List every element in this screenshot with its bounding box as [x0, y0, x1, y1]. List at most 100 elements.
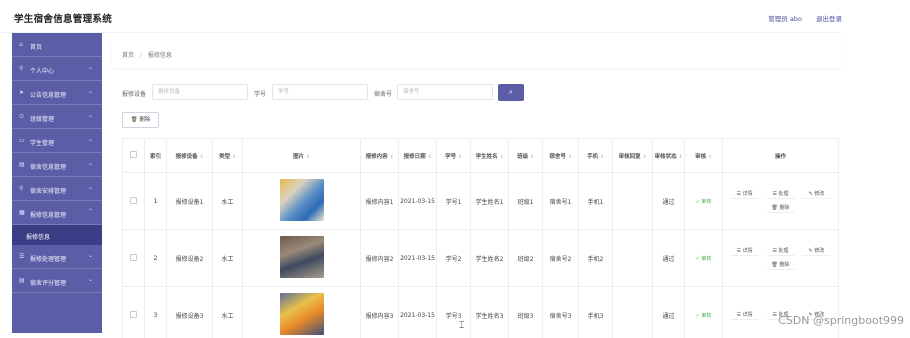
chevron-down-icon: ⌄: [87, 136, 93, 143]
sort-icon[interactable]: ⇕: [500, 155, 504, 160]
person-icon: ⚲: [19, 185, 24, 192]
cell-audit: ✓ 审核: [684, 286, 723, 338]
audit-link[interactable]: ✓ 审核: [696, 199, 712, 205]
sidebar-item-student[interactable]: ▭ 学生管理 ⌄: [12, 129, 102, 153]
cell-status: 通过: [652, 286, 685, 338]
sidebar-item-notice[interactable]: ➤ 公告信息管理 ⌄: [12, 81, 102, 105]
chevron-down-icon: ⌄: [87, 184, 93, 191]
device-label: 报修设备: [122, 91, 147, 98]
row-checkbox[interactable]: [130, 196, 137, 204]
column-header[interactable]: 班级 ⇕: [508, 138, 543, 173]
sort-icon[interactable]: ⇕: [568, 155, 572, 160]
column-header[interactable]: 报修内容 ⇕: [360, 138, 399, 173]
column-header[interactable]: 学号 ⇕: [436, 138, 471, 173]
handle-button[interactable]: ☰ 处理: [766, 189, 795, 199]
cell-status: 通过: [652, 229, 685, 287]
column-header[interactable]: 图片 ⇕: [242, 138, 361, 173]
watermark: CSDN @springboot999: [778, 314, 904, 327]
delete-row-button[interactable]: 🗑 删除: [766, 260, 795, 270]
cell-content: 报修内容1: [360, 172, 399, 230]
cell-audit: ✓ 审核: [684, 172, 723, 230]
sidebar-item-class[interactable]: ⊙ 班级管理 ⌄: [12, 105, 102, 129]
delete-button[interactable]: 🗑 删除: [122, 112, 159, 128]
sort-icon[interactable]: ⇕: [390, 155, 394, 160]
detail-button[interactable]: ☰ 详情: [730, 246, 759, 256]
sort-icon[interactable]: ⇕: [679, 155, 683, 160]
logout-link[interactable]: 退出登录: [816, 15, 842, 23]
pin-icon: ⊙: [19, 113, 25, 120]
building-icon: ▤: [19, 277, 25, 284]
student-id-search-input[interactable]: 学号: [272, 84, 368, 100]
column-header[interactable]: 审核 ⇕: [684, 138, 723, 173]
cell-reply: [612, 286, 653, 338]
student-id-label: 学号: [254, 91, 267, 98]
column-header[interactable]: 报修设备 ⇕: [166, 138, 213, 173]
header-select-all[interactable]: [122, 138, 145, 173]
cell-student-id: 学号3: [436, 286, 471, 338]
sidebar-subitem-repair-info[interactable]: 报修信息: [12, 225, 102, 245]
sort-icon[interactable]: ⇕: [600, 155, 604, 160]
sort-icon[interactable]: ⇕: [306, 155, 310, 160]
column-header[interactable]: 类型 ⇕: [212, 138, 243, 173]
repair-table: 索引 报修设备 ⇕ 类型 ⇕ 图片 ⇕ 报修内容 ⇕ 报修日期 ⇕ 学号 ⇕ 学生姓名 ⇕ 班…: [122, 138, 839, 338]
breadcrumb: 首页 / 报修信息: [112, 40, 842, 68]
admin-user-label[interactable]: 管理员 abo: [768, 15, 802, 23]
dorm-search-input[interactable]: 宿舍号: [397, 84, 493, 100]
select-all-checkbox[interactable]: [130, 151, 137, 158]
breadcrumb-separator: /: [139, 52, 142, 59]
building-icon: ▤: [19, 161, 25, 168]
row-checkbox[interactable]: [130, 253, 137, 261]
delete-row-button[interactable]: 🗑 删除: [766, 203, 795, 213]
edit-button[interactable]: ✎ 修改: [802, 189, 831, 199]
table-row: 2 报修设备2 水工 报修内容2 2021-03-15 学号2 学生姓名2 班级…: [122, 229, 839, 287]
sort-icon[interactable]: ⇕: [232, 155, 236, 160]
sidebar-item-repair-info[interactable]: ▦ 报修信息管理 ⌃: [12, 201, 102, 225]
sort-icon[interactable]: ⇕: [643, 155, 647, 160]
sidebar-item-repair-handle[interactable]: ☰ 报修处理管理 ⌄: [12, 245, 102, 269]
sort-icon[interactable]: ⇕: [530, 155, 534, 160]
grid-icon: ▦: [19, 209, 25, 216]
cell-audit: ✓ 审核: [684, 229, 723, 287]
row-checkbox[interactable]: [130, 310, 137, 318]
top-bar: 学生宿舍信息管理系统 管理员 abo 退出登录: [0, 0, 842, 33]
cell-image: [242, 229, 361, 287]
cell-ops: ☰ 详情 ☰ 处理 ✎ 修改 🗑 删除: [722, 172, 839, 230]
sidebar-item-dorm-score[interactable]: ▤ 宿舍评分管理 ⌄: [12, 269, 102, 293]
repair-photo[interactable]: [279, 179, 324, 221]
sidebar-item-personal-center[interactable]: ⚲ 个人中心 ⌄: [12, 57, 102, 81]
edit-button[interactable]: ✎ 修改: [802, 246, 831, 256]
detail-button[interactable]: ☰ 详情: [730, 310, 759, 320]
audit-link[interactable]: ✓ 审核: [696, 313, 712, 319]
column-header[interactable]: 审核回复 ⇕: [612, 138, 653, 173]
column-header[interactable]: 手机 ⇕: [578, 138, 613, 173]
detail-button[interactable]: ☰ 详情: [730, 189, 759, 199]
cell-class: 班级1: [508, 172, 543, 230]
breadcrumb-home[interactable]: 首页: [122, 52, 134, 59]
cell-index: 1: [144, 172, 167, 230]
cell-date: 2021-03-15: [398, 286, 437, 338]
chevron-down-icon: ⌄: [87, 112, 93, 119]
sort-icon[interactable]: ⇕: [708, 155, 712, 160]
sort-icon[interactable]: ⇕: [458, 155, 462, 160]
device-search-input[interactable]: 报修设备: [152, 84, 248, 100]
column-header[interactable]: 报修日期 ⇕: [398, 138, 437, 173]
sort-icon[interactable]: ⇕: [428, 155, 432, 160]
cell-device: 报修设备2: [166, 229, 213, 287]
sidebar-item-dorm-arrange[interactable]: ⚲ 宿舍安排管理 ⌄: [12, 177, 102, 201]
audit-link[interactable]: ✓ 审核: [696, 256, 712, 262]
search-button[interactable]: ⌕: [498, 84, 524, 101]
sidebar-item-home[interactable]: ⌂ 首页: [12, 33, 102, 57]
column-header[interactable]: 审核状态 ⇕: [652, 138, 685, 173]
cell-student-name: 学生姓名1: [470, 172, 509, 230]
sidebar-item-label: 首页: [30, 43, 43, 51]
chevron-down-icon: ⌄: [87, 252, 93, 259]
repair-photo[interactable]: [279, 236, 324, 278]
cell-class: 班级2: [508, 229, 543, 287]
handle-button[interactable]: ☰ 处理: [766, 246, 795, 256]
column-header[interactable]: 学生姓名 ⇕: [470, 138, 509, 173]
sort-icon[interactable]: ⇕: [200, 155, 204, 160]
cell-student-id: 学号2: [436, 229, 471, 287]
sidebar-item-dorm-info[interactable]: ▤ 宿舍信息管理 ⌄: [12, 153, 102, 177]
repair-photo[interactable]: [279, 293, 324, 335]
column-header[interactable]: 宿舍号 ⇕: [542, 138, 579, 173]
